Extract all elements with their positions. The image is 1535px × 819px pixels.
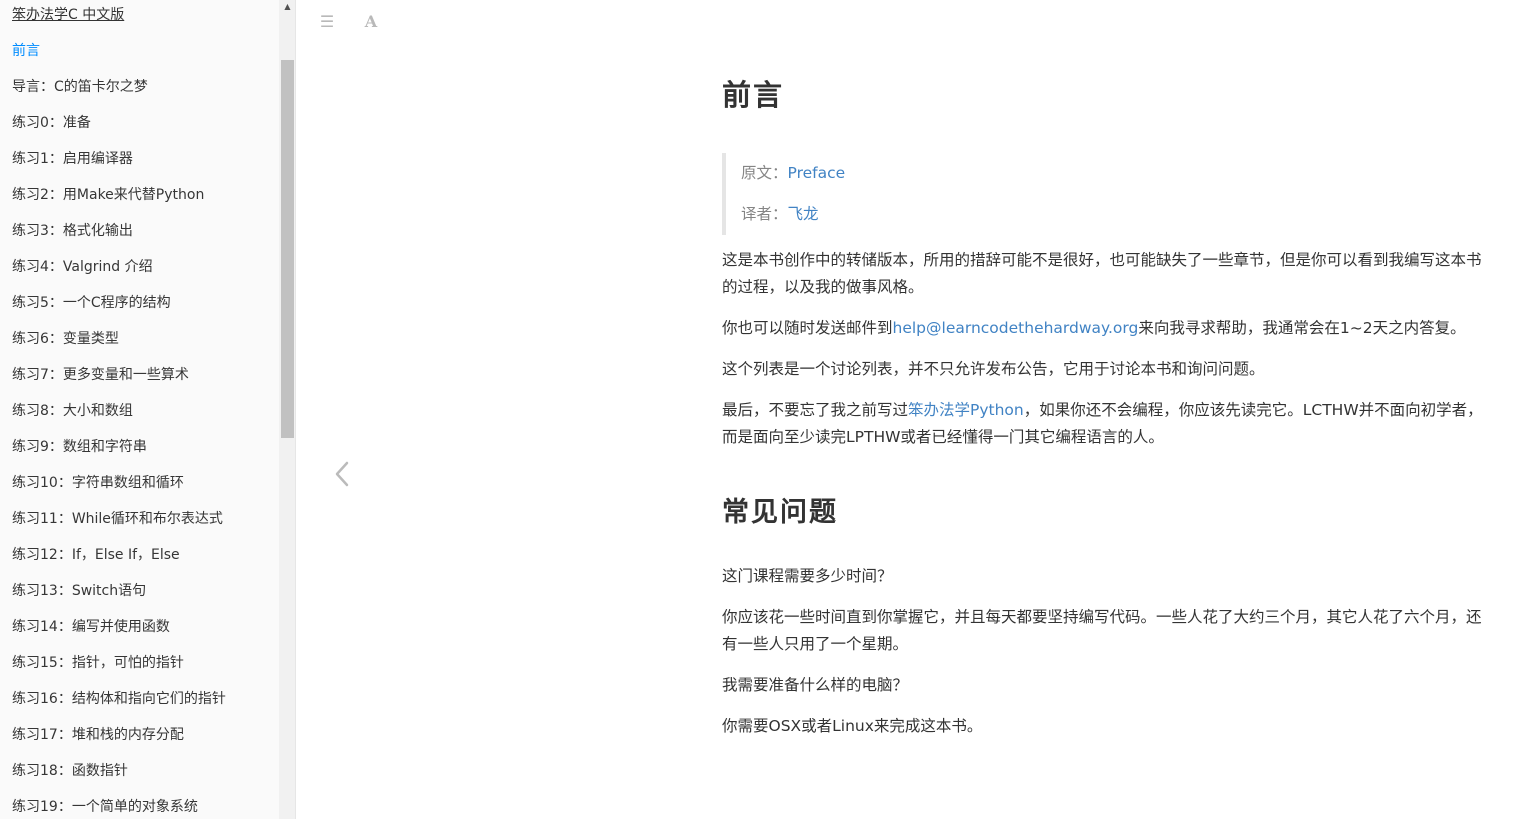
page-title: 前言 xyxy=(722,78,785,112)
sidebar-item[interactable]: 练习0：准备 xyxy=(0,108,279,144)
scrollbar-thumb[interactable] xyxy=(281,60,294,438)
chevron-left-icon xyxy=(335,461,349,487)
font-settings-button[interactable]: A xyxy=(358,10,384,34)
lpthw-link[interactable]: 笨办法学Python xyxy=(908,401,1024,419)
sidebar-item[interactable]: 练习3：格式化输出 xyxy=(0,216,279,252)
faq-answer-time: 你应该花一些时间直到你掌握它，并且每天都要坚持编写代码。一些人花了大约三个月，其… xyxy=(722,608,1482,653)
paragraph-email-text-after: 来向我寻求帮助，我通常会在1~2天之内答复。 xyxy=(1138,319,1466,337)
paragraph-email: 你也可以随时发送邮件到help@learncodethehardway.org来… xyxy=(722,315,1490,342)
sidebar-item[interactable]: 练习4：Valgrind 介绍 xyxy=(0,252,279,288)
paragraph-lpthw-text-before: 最后，不要忘了我之前写过 xyxy=(722,401,909,419)
paragraph-email-text-before: 你也可以随时发送邮件到 xyxy=(722,319,893,337)
faq-question-time: 这门课程需要多少时间？ xyxy=(722,567,893,585)
source-line: 原文：Preface xyxy=(741,153,1490,194)
sidebar-item[interactable]: 练习19：一个简单的对象系统 xyxy=(0,792,279,819)
sidebar-item[interactable]: 练习10：字符串数组和循环 xyxy=(0,468,279,504)
sidebar-item[interactable]: 练习5：一个C程序的结构 xyxy=(0,288,279,324)
translator-line: 译者：飞龙 xyxy=(741,194,1490,235)
sidebar-book-title[interactable]: 笨办法学C 中文版 xyxy=(0,0,279,36)
faq-heading: 常见问题 xyxy=(722,497,838,528)
sidebar: 笨办法学C 中文版 前言 导言：C的笛卡尔之梦 练习0：准备 练习1：启用编译器 练习2… xyxy=(0,0,296,819)
sidebar-item[interactable]: 练习2：用Make来代替Python xyxy=(0,180,279,216)
translator-link[interactable]: 飞龙 xyxy=(788,205,819,223)
sidebar-item[interactable]: 练习13：Switch语句 xyxy=(0,576,279,612)
sidebar-scrollbar[interactable]: ▲ xyxy=(279,0,295,819)
sidebar-item[interactable]: 练习17：堆和栈的内存分配 xyxy=(0,720,279,756)
source-label: 原文： xyxy=(741,164,788,182)
toggle-sidebar-button[interactable]: ☰ xyxy=(314,10,340,34)
sidebar-item[interactable]: 练习9：数组和字符串 xyxy=(0,432,279,468)
previous-page-button[interactable] xyxy=(326,450,360,498)
sidebar-item[interactable]: 练习14：编写并使用函数 xyxy=(0,612,279,648)
sidebar-item[interactable]: 练习15：指针，可怕的指针 xyxy=(0,648,279,684)
menu-icon: ☰ xyxy=(319,12,335,31)
paragraph-list: 这个列表是一个讨论列表，并不只允许发布公告，它用于讨论本书和询问问题。 xyxy=(722,360,1265,378)
email-link[interactable]: help@learncodethehardway.org xyxy=(893,319,1139,337)
sidebar-item[interactable]: 前言 xyxy=(0,36,279,72)
sidebar-item[interactable]: 练习11：While循环和布尔表达式 xyxy=(0,504,279,540)
sidebar-item[interactable]: 练习12：If，Else If，Else xyxy=(0,540,279,576)
faq-question-computer: 我需要准备什么样的电脑？ xyxy=(722,676,909,694)
app-window: 笨办法学C 中文版 前言 导言：C的笛卡尔之梦 练习0：准备 练习1：启用编译器 练习2… xyxy=(0,0,1535,819)
page-content: 前言 原文：Preface 译者：飞龙 这是本书创作中的转储版本，所用的措辞可能… xyxy=(722,70,1490,754)
sidebar-item[interactable]: 练习6：变量类型 xyxy=(0,324,279,360)
scroll-up-arrow-icon[interactable]: ▲ xyxy=(279,2,295,12)
sidebar-item[interactable]: 练习1：启用编译器 xyxy=(0,144,279,180)
sidebar-item[interactable]: 练习18：函数指针 xyxy=(0,756,279,792)
sidebar-item[interactable]: 练习8：大小和数组 xyxy=(0,396,279,432)
paragraph-lpthw: 最后，不要忘了我之前写过笨办法学Python，如果你还不会编程，你应该先读完它。… xyxy=(722,397,1490,451)
translator-label: 译者： xyxy=(741,205,788,223)
sidebar-item[interactable]: 导言：C的笛卡尔之梦 xyxy=(0,72,279,108)
table-of-contents: 笨办法学C 中文版 前言 导言：C的笛卡尔之梦 练习0：准备 练习1：启用编译器 练习2… xyxy=(0,0,279,819)
faq-answer-computer: 你需要OSX或者Linux来完成这本书。 xyxy=(722,717,983,735)
source-link[interactable]: Preface xyxy=(788,164,846,182)
sidebar-item[interactable]: 练习7：更多变量和一些算术 xyxy=(0,360,279,396)
credits-blockquote: 原文：Preface 译者：飞龙 xyxy=(722,153,1490,235)
font-icon: A xyxy=(364,12,378,31)
paragraph-intro: 这是本书创作中的转储版本，所用的措辞可能不是很好，也可能缺失了一些章节，但是你可… xyxy=(722,251,1482,296)
sidebar-item[interactable]: 练习16：结构体和指向它们的指针 xyxy=(0,684,279,720)
